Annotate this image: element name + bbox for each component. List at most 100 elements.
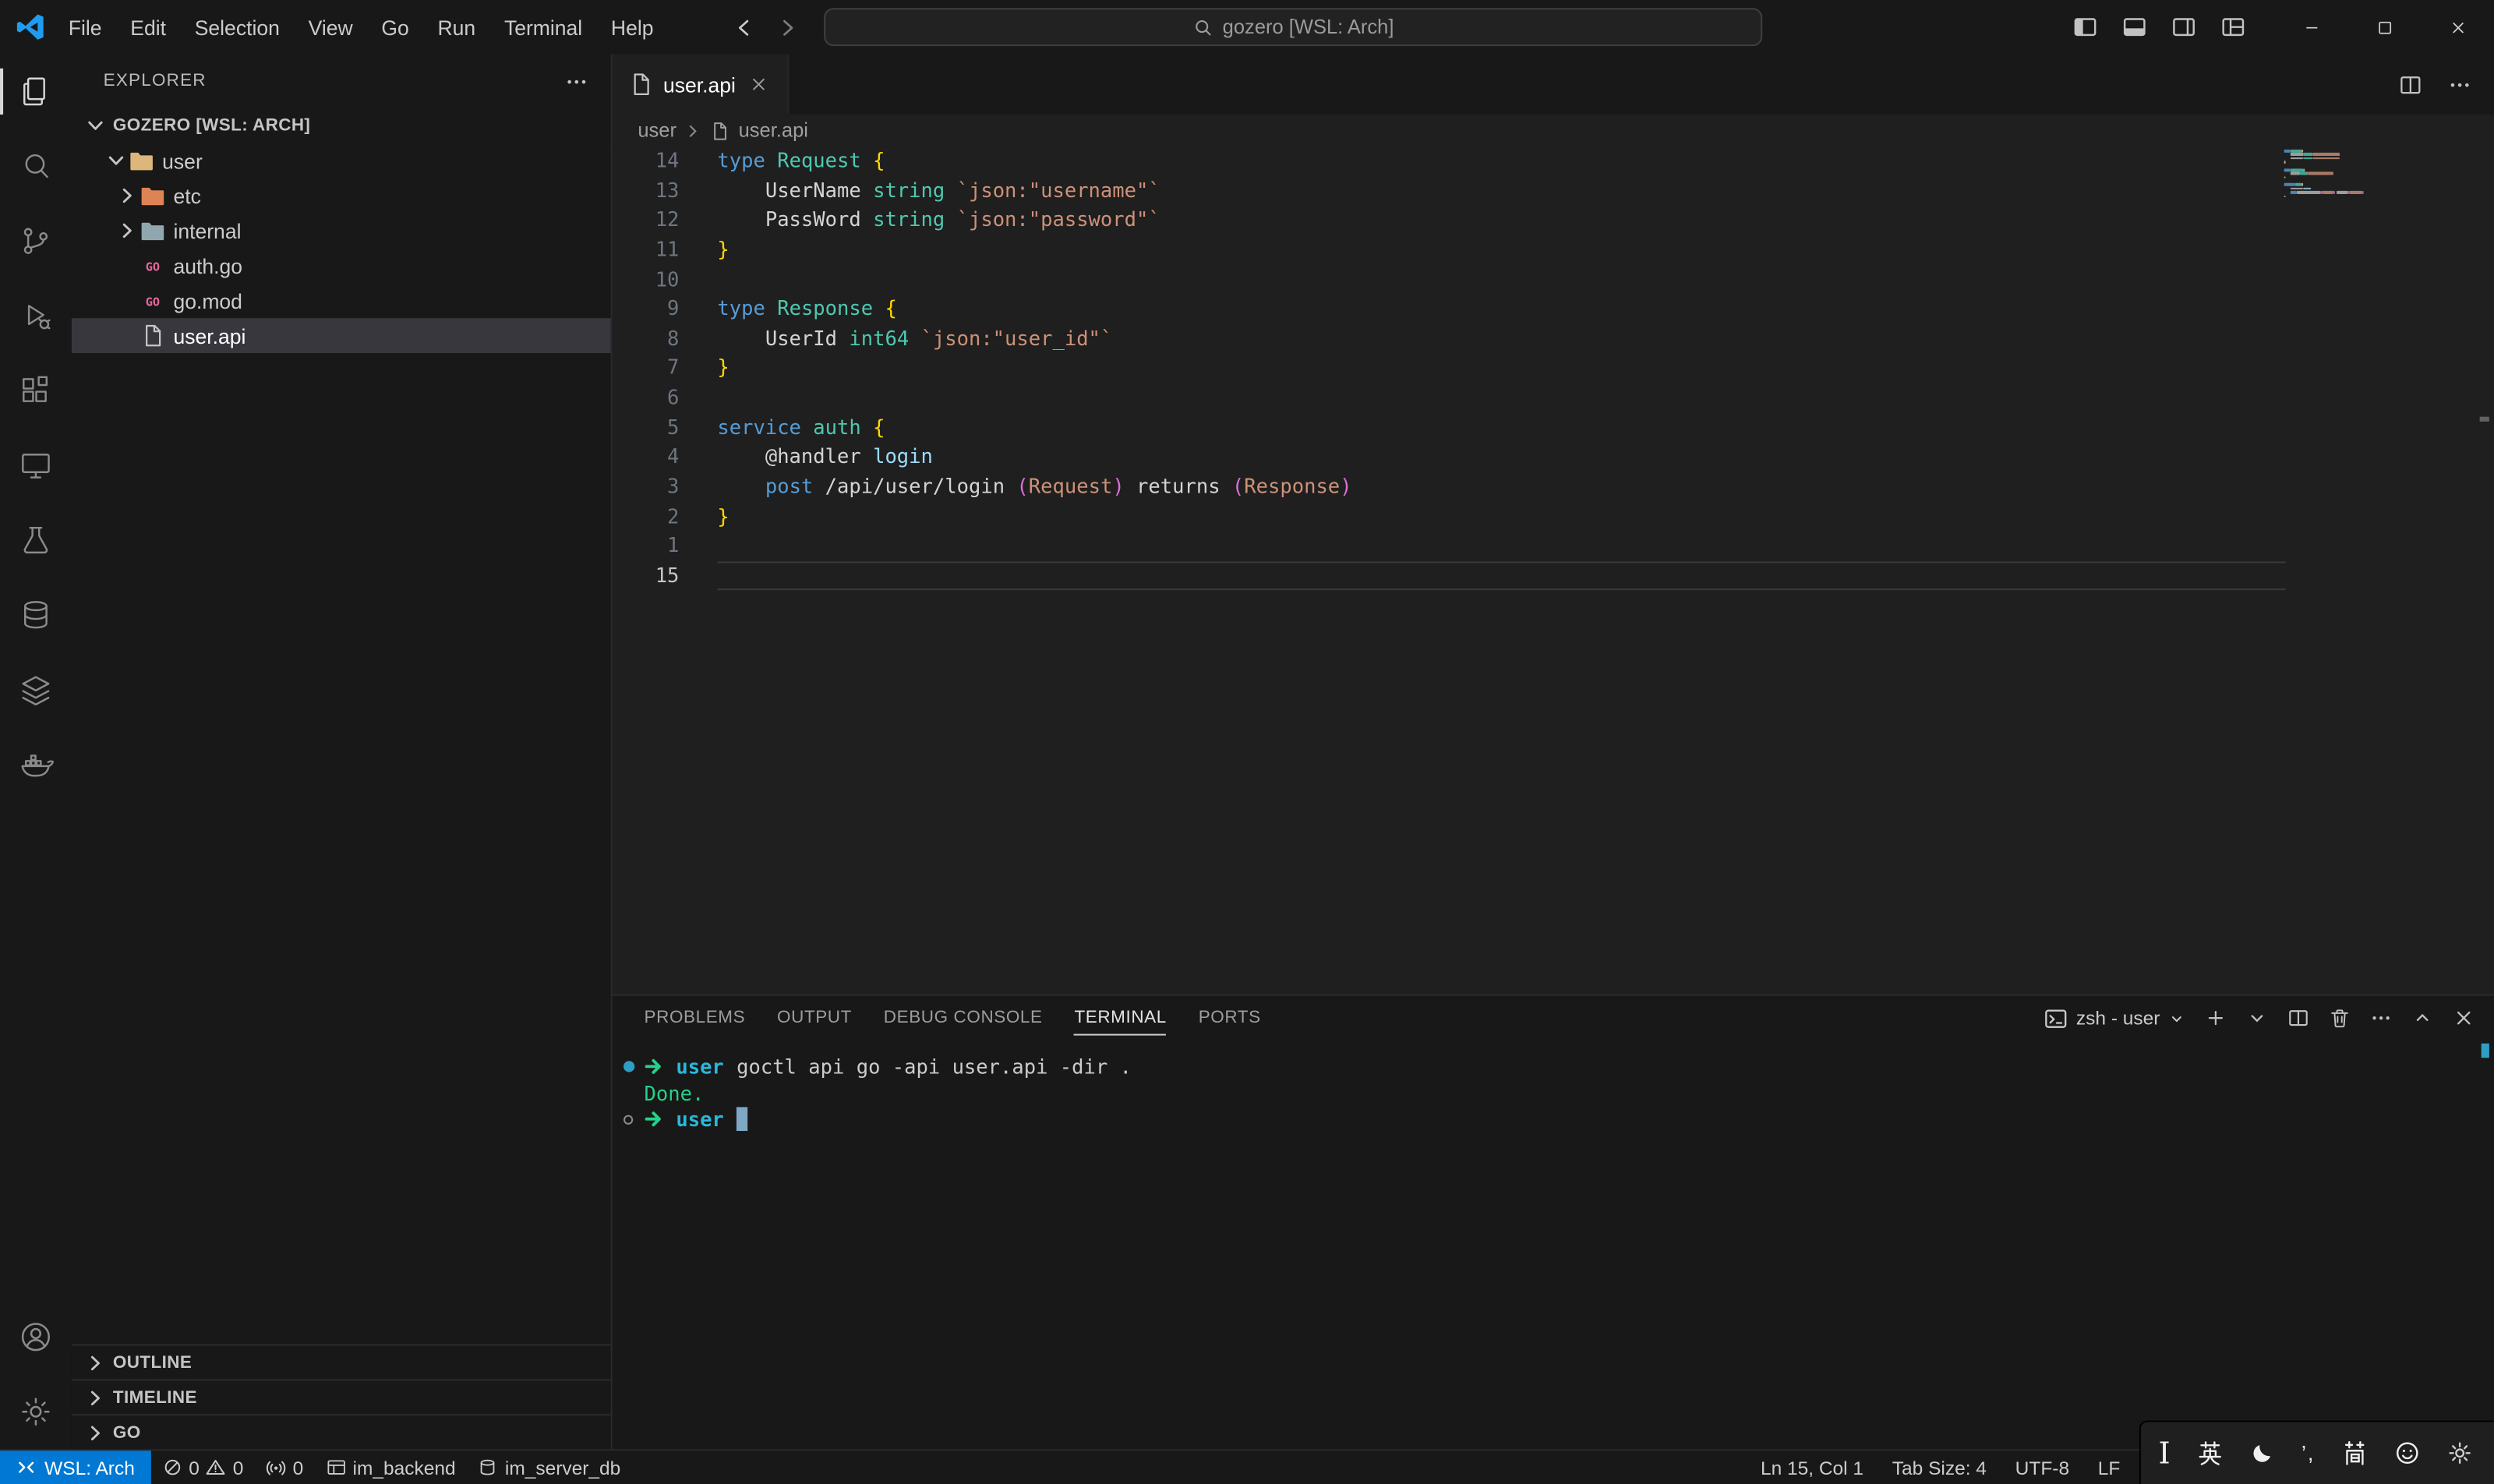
file-tree: user etc internalGOauth.goGOgo.moduser.api bbox=[72, 143, 611, 353]
explorer-root-folder[interactable]: GOZERO [WSL: ARCH] bbox=[72, 108, 611, 143]
command-center-search[interactable]: gozero [WSL: Arch] bbox=[824, 8, 1762, 46]
back-arrow-icon[interactable] bbox=[732, 15, 756, 39]
emoji-icon[interactable] bbox=[2393, 1440, 2421, 1467]
menu-selection[interactable]: Selection bbox=[180, 0, 294, 54]
panel-tab-terminal[interactable]: TERMINAL bbox=[1074, 1005, 1166, 1031]
split-editor-icon[interactable] bbox=[2399, 72, 2423, 97]
maximize-button[interactable] bbox=[2347, 0, 2421, 54]
new-terminal-icon[interactable] bbox=[2205, 1007, 2227, 1030]
testing-icon[interactable] bbox=[0, 503, 72, 578]
database-icon[interactable] bbox=[0, 578, 72, 652]
explorer-more-actions-icon[interactable] bbox=[564, 69, 588, 94]
explorer-icon[interactable] bbox=[0, 54, 72, 129]
database-icon bbox=[478, 1457, 499, 1478]
close-button[interactable] bbox=[2421, 0, 2494, 54]
breadcrumb-file[interactable]: user.api bbox=[739, 119, 808, 142]
menu-bar: FileEditSelectionViewGoRunTerminalHelp bbox=[54, 0, 667, 54]
forward-arrow-icon[interactable] bbox=[776, 15, 800, 39]
warning-count: 0 bbox=[233, 1456, 244, 1479]
remote-explorer-icon[interactable] bbox=[0, 428, 72, 503]
connection-im-server-db[interactable]: im_server_db bbox=[467, 1450, 632, 1484]
code-line: 2} bbox=[613, 502, 2494, 532]
code-text: PassWord string `json:"password"` bbox=[717, 206, 1160, 235]
menu-help[interactable]: Help bbox=[597, 0, 668, 54]
root-folder-label: GOZERO [WSL: ARCH] bbox=[113, 116, 310, 135]
punctuation-mode-icon[interactable]: ’, bbox=[2301, 1441, 2315, 1465]
toggle-sidebar-icon[interactable] bbox=[2072, 14, 2098, 40]
problems-status[interactable]: 0 0 bbox=[150, 1450, 254, 1484]
english-mode-icon[interactable] bbox=[2196, 1440, 2224, 1467]
title-bar: FileEditSelectionViewGoRunTerminalHelp g… bbox=[0, 0, 2494, 54]
command-decoration-success[interactable] bbox=[624, 1061, 634, 1072]
terminal-output[interactable]: usergoctl api go -api user.api -dir .Don… bbox=[613, 1041, 2494, 1449]
menu-view[interactable]: View bbox=[294, 0, 367, 54]
section-label: GO bbox=[113, 1423, 141, 1442]
close-panel-icon[interactable] bbox=[2453, 1007, 2475, 1030]
maximize-panel-icon[interactable] bbox=[2411, 1007, 2434, 1030]
explorer-sidebar: EXPLORER GOZERO [WSL: ARCH] useretcinter… bbox=[72, 54, 613, 1449]
breadcrumb-folder[interactable]: user bbox=[638, 119, 676, 142]
minimap[interactable] bbox=[2284, 150, 2373, 207]
code-text: } bbox=[717, 235, 729, 265]
tree-item-user[interactable]: user bbox=[72, 143, 611, 178]
chevron-down-icon bbox=[83, 113, 108, 139]
extensions-icon[interactable] bbox=[0, 353, 72, 428]
menu-edit[interactable]: Edit bbox=[116, 0, 180, 54]
tab-size-indicator[interactable]: Tab Size: 4 bbox=[1878, 1456, 2001, 1479]
ime-settings-icon[interactable] bbox=[2446, 1440, 2474, 1467]
tab-user-api[interactable]: user.api bbox=[613, 54, 789, 115]
encoding-indicator[interactable]: UTF-8 bbox=[2001, 1456, 2083, 1479]
panel-tab-output[interactable]: OUTPUT bbox=[777, 1005, 852, 1031]
panel-tab-problems[interactable]: PROBLEMS bbox=[645, 1005, 746, 1031]
settings-gear-icon[interactable] bbox=[0, 1374, 72, 1449]
layers-icon[interactable] bbox=[0, 652, 72, 727]
source-control-icon[interactable] bbox=[0, 203, 72, 278]
split-terminal-icon[interactable] bbox=[2287, 1007, 2310, 1030]
menu-file[interactable]: File bbox=[54, 0, 115, 54]
folder-icon bbox=[140, 218, 166, 244]
menu-terminal[interactable]: Terminal bbox=[490, 0, 597, 54]
tab-close-icon[interactable] bbox=[745, 72, 771, 97]
tree-item-etc[interactable]: etc bbox=[72, 178, 611, 214]
section-outline[interactable]: OUTLINE bbox=[72, 1344, 611, 1379]
account-icon[interactable] bbox=[0, 1299, 72, 1374]
customize-layout-icon[interactable] bbox=[2220, 14, 2246, 40]
tree-item-go-mod[interactable]: GOgo.mod bbox=[72, 283, 611, 318]
tree-item-auth-go[interactable]: GOauth.go bbox=[72, 248, 611, 283]
code-line: 5service auth { bbox=[613, 413, 2494, 443]
menu-run[interactable]: Run bbox=[423, 0, 489, 54]
simplified-chinese-icon[interactable] bbox=[2340, 1440, 2368, 1467]
kill-terminal-icon[interactable] bbox=[2329, 1007, 2351, 1030]
run-debug-icon[interactable] bbox=[0, 278, 72, 353]
tree-item-user-api[interactable]: user.api bbox=[72, 318, 611, 353]
toggle-panel-icon[interactable] bbox=[2121, 14, 2147, 40]
connection-im-backend[interactable]: im_backend bbox=[315, 1450, 467, 1484]
file-label: auth.go bbox=[173, 254, 242, 278]
code-editor[interactable]: 14type Request {13 UserName string `json… bbox=[613, 147, 2494, 995]
file-label: etc bbox=[173, 184, 200, 208]
docker-icon[interactable] bbox=[0, 727, 72, 802]
search-icon[interactable] bbox=[0, 129, 72, 203]
command-decoration-prompt[interactable] bbox=[624, 1115, 633, 1125]
shell-label: zsh - user bbox=[2076, 1007, 2160, 1030]
panel-tab-ports[interactable]: PORTS bbox=[1199, 1005, 1261, 1031]
remote-indicator[interactable]: WSL: Arch bbox=[0, 1450, 150, 1484]
section-timeline[interactable]: TIMELINE bbox=[72, 1379, 611, 1414]
folder-icon bbox=[140, 183, 166, 209]
editor-more-actions-icon[interactable] bbox=[2448, 72, 2472, 97]
fullwidth-moon-icon[interactable] bbox=[2248, 1440, 2276, 1467]
terminal-dropdown-icon[interactable] bbox=[2246, 1007, 2269, 1030]
menu-go[interactable]: Go bbox=[367, 0, 423, 54]
section-go[interactable]: GO bbox=[72, 1414, 611, 1449]
panel-tab-debug-console[interactable]: DEBUG CONSOLE bbox=[884, 1005, 1043, 1031]
broadcast-status[interactable]: 0 bbox=[255, 1450, 315, 1484]
eol-indicator[interactable]: LF bbox=[2083, 1456, 2134, 1479]
toggle-secondary-sidebar-icon[interactable] bbox=[2171, 14, 2197, 40]
tree-item-internal[interactable]: internal bbox=[72, 213, 611, 248]
folder-icon bbox=[129, 148, 154, 174]
minimize-button[interactable] bbox=[2274, 0, 2347, 54]
panel-more-actions-icon[interactable] bbox=[2370, 1007, 2393, 1030]
code-text: post /api/user/login (Request) returns (… bbox=[717, 472, 1351, 502]
terminal-selector[interactable]: zsh - user bbox=[2044, 1006, 2185, 1030]
cursor-position[interactable]: Ln 15, Col 1 bbox=[1747, 1456, 1878, 1479]
